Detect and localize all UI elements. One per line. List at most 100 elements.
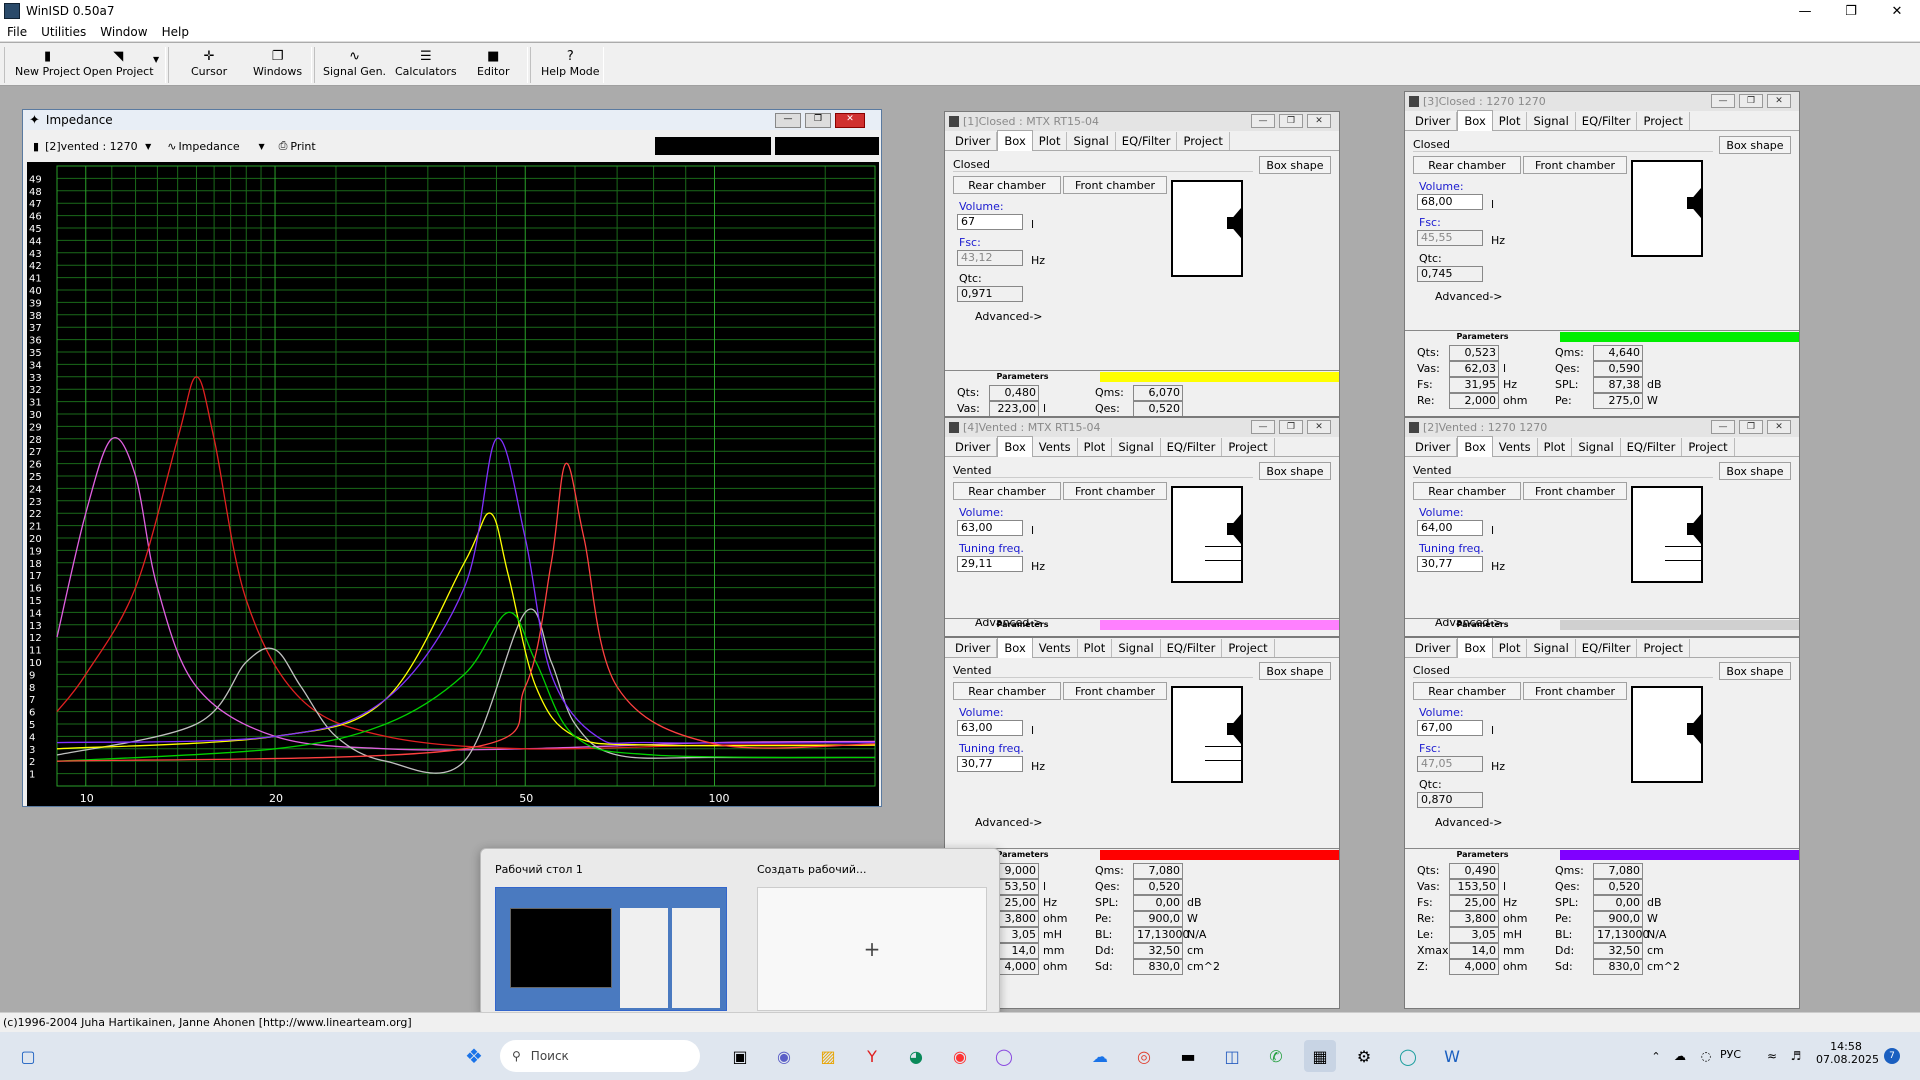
tab-driver[interactable]: Driver <box>1409 639 1458 657</box>
calculators-button[interactable]: ☰ Calculators <box>395 49 457 78</box>
tab-project[interactable]: Project <box>1637 639 1690 657</box>
param-value[interactable]: 14,0 <box>1449 943 1499 959</box>
tab-box[interactable]: Box <box>997 130 1033 151</box>
param-value[interactable]: 31,95 <box>1449 377 1499 393</box>
tab-box[interactable]: Box <box>997 638 1033 658</box>
notification-badge[interactable]: 7 <box>1884 1048 1900 1064</box>
tab-project[interactable]: Project <box>1637 112 1690 130</box>
cursor-button[interactable]: ✛ Cursor <box>191 49 227 78</box>
tab-signal[interactable]: Signal <box>1112 438 1161 456</box>
param-value[interactable]: 4,640 <box>1593 345 1643 361</box>
front-chamber-button[interactable]: Front chamber <box>1063 176 1167 194</box>
onedrive-icon[interactable]: ☁ <box>1084 1040 1116 1072</box>
restore-button[interactable]: ❐ <box>1828 0 1874 22</box>
volume-icon[interactable]: ♬ <box>1780 1040 1812 1072</box>
param-value[interactable]: 0,520 <box>1133 879 1183 895</box>
rear-chamber-button[interactable]: Rear chamber <box>953 176 1061 194</box>
close-button[interactable]: ✕ <box>1874 0 1920 22</box>
teams-icon[interactable]: ◉ <box>768 1040 800 1072</box>
tab-eqfilter[interactable]: EQ/Filter <box>1161 438 1223 456</box>
panel-restore-button[interactable]: ❐ <box>1739 94 1763 108</box>
front-chamber-button[interactable]: Front chamber <box>1523 156 1627 174</box>
panel-restore-button[interactable]: ❐ <box>1739 420 1763 434</box>
tab-box[interactable]: Box <box>1457 436 1493 457</box>
param-value[interactable]: 62,03 <box>1449 361 1499 377</box>
rear-chamber-button[interactable]: Rear chamber <box>953 482 1061 500</box>
param-value[interactable]: 900,0 <box>1593 911 1643 927</box>
front-chamber-button[interactable]: Front chamber <box>1523 682 1627 700</box>
param-value[interactable]: 6,070 <box>1133 385 1183 401</box>
param-value[interactable]: 0,590 <box>1593 361 1643 377</box>
param-value[interactable]: 0,00 <box>1593 895 1643 911</box>
param-value[interactable]: 0,523 <box>1449 345 1499 361</box>
tab-plot[interactable]: Plot <box>1078 639 1113 657</box>
param-value[interactable]: 153,50 <box>1449 879 1499 895</box>
tab-project[interactable]: Project <box>1222 438 1275 456</box>
rear-chamber-button[interactable]: Rear chamber <box>1413 482 1521 500</box>
param-value[interactable]: 87,38 <box>1593 377 1643 393</box>
fsc-field[interactable]: 47,05 <box>1417 756 1483 772</box>
tab-driver[interactable]: Driver <box>1409 112 1458 130</box>
series-color-swatch[interactable] <box>1560 849 1799 860</box>
tab-driver[interactable]: Driver <box>1409 438 1458 456</box>
tab-box[interactable]: Box <box>997 436 1033 457</box>
param-value[interactable]: 830,0 <box>1593 959 1643 975</box>
impedance-plot[interactable]: 49 48 47 46 45 44 43 42 41 40 39 38 37 36 35 34 33 32 31 30… <box>27 162 879 806</box>
minimize-button[interactable]: — <box>1782 0 1828 22</box>
panel-minimize-button[interactable]: — <box>1251 114 1275 128</box>
param-value[interactable]: 830,0 <box>1133 959 1183 975</box>
open-project-button[interactable]: ◥ Open Project <box>83 49 154 78</box>
fsc-field[interactable]: 45,55 <box>1417 230 1483 246</box>
tuning-freq-field[interactable]: 30,77 <box>1417 556 1483 572</box>
box-shape-button[interactable]: Box shape <box>1259 156 1331 174</box>
tab-plot[interactable]: Plot <box>1033 132 1068 150</box>
volume-field[interactable]: 68,00 <box>1417 194 1483 210</box>
param-value[interactable]: 0,00 <box>1133 895 1183 911</box>
tab-vents[interactable]: Vents <box>1493 438 1538 456</box>
chrome-icon[interactable]: ◎ <box>1128 1040 1160 1072</box>
param-value[interactable]: 3,05 <box>1449 927 1499 943</box>
tuning-freq-field[interactable]: 30,77 <box>957 756 1023 772</box>
tab-signal[interactable]: Signal <box>1067 132 1116 150</box>
tab-project[interactable]: Project <box>1177 132 1230 150</box>
volume-field[interactable]: 63,00 <box>957 520 1023 536</box>
param-value[interactable]: 275,0 <box>1593 393 1643 409</box>
tab-signal[interactable]: Signal <box>1112 639 1161 657</box>
tuning-freq-field[interactable]: 29,11 <box>957 556 1023 572</box>
advanced-link[interactable]: Advanced-> <box>975 310 1043 323</box>
graph-select-arrow-icon[interactable]: ▼ <box>258 142 264 151</box>
word-icon[interactable]: W <box>1436 1040 1468 1072</box>
param-value[interactable]: 17,13000 <box>1593 927 1650 943</box>
menu-help[interactable]: Help <box>155 25 196 39</box>
param-value[interactable]: 900,0 <box>1133 911 1183 927</box>
language-indicator[interactable]: РУС <box>1720 1048 1741 1061</box>
task-view-icon[interactable]: ▣ <box>724 1040 756 1072</box>
tab-eqfilter[interactable]: EQ/Filter <box>1161 639 1223 657</box>
edge-icon[interactable]: ◕ <box>900 1040 932 1072</box>
box-shape-button[interactable]: Box shape <box>1719 462 1791 480</box>
volume-field[interactable]: 67,00 <box>1417 720 1483 736</box>
volume-field[interactable]: 67 <box>957 214 1023 230</box>
whatsapp-icon[interactable]: ✆ <box>1260 1040 1292 1072</box>
param-value[interactable]: 0,520 <box>1133 401 1183 416</box>
param-value[interactable]: 32,50 <box>1133 943 1183 959</box>
advanced-link[interactable]: Advanced-> <box>1435 816 1503 829</box>
rear-chamber-button[interactable]: Rear chamber <box>1413 156 1521 174</box>
param-value[interactable]: 2,000 <box>1449 393 1499 409</box>
panel-minimize-button[interactable]: — <box>1251 420 1275 434</box>
box-shape-button[interactable]: Box shape <box>1259 662 1331 680</box>
yandex-icon[interactable]: Y <box>856 1040 888 1072</box>
settings-icon[interactable]: ⚙ <box>1348 1040 1380 1072</box>
tab-eqfilter[interactable]: EQ/Filter <box>1116 132 1178 150</box>
open-project-dropdown-icon[interactable]: ▼ <box>153 55 159 64</box>
winisd-taskbar-icon[interactable]: ▦ <box>1304 1040 1336 1072</box>
taskbar-search[interactable]: ⚲ Поиск <box>500 1040 700 1072</box>
show-desktop-icon[interactable]: ▢ <box>12 1040 44 1072</box>
fsc-field[interactable]: 43,12 <box>957 250 1023 266</box>
tv-app-icon[interactable]: ▬ <box>1172 1040 1204 1072</box>
project-select-arrow-icon[interactable]: ▼ <box>145 142 151 151</box>
panel-restore-button[interactable]: ❐ <box>1279 114 1303 128</box>
panel-close-button[interactable]: ✕ <box>1307 114 1331 128</box>
create-desktop-button[interactable]: + <box>757 887 987 1011</box>
tab-driver[interactable]: Driver <box>949 438 998 456</box>
